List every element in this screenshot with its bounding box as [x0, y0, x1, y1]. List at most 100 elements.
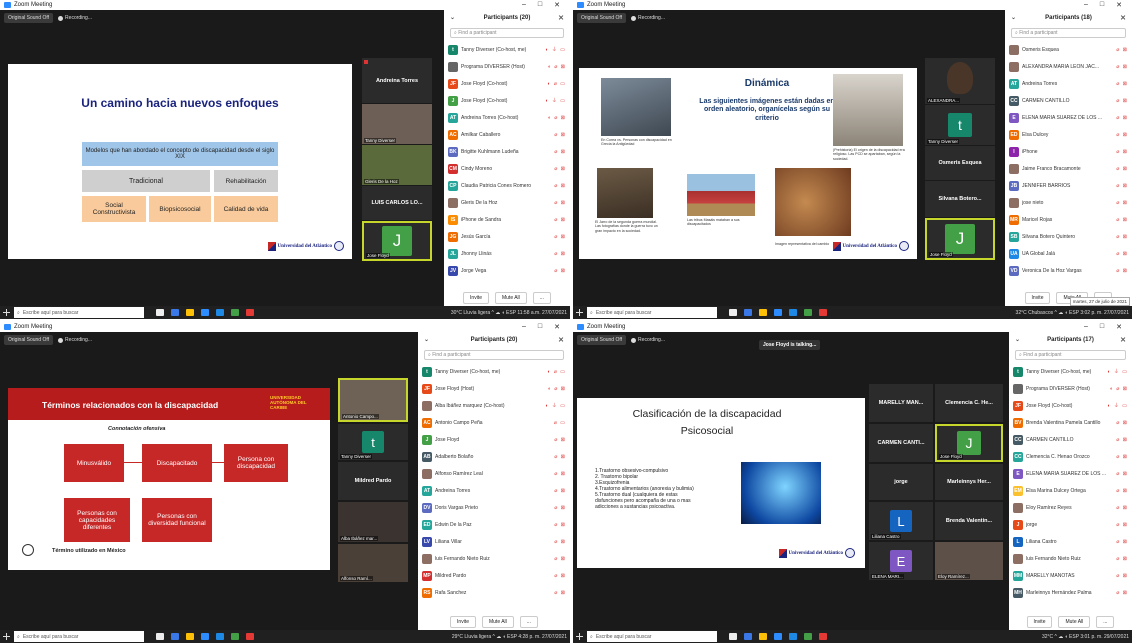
minimize-button[interactable]: – — [1084, 1, 1088, 9]
video-tile-active[interactable]: J Jose Floyd — [935, 424, 1003, 462]
mic-video-status-icon[interactable]: ⌀ ⊠ — [554, 217, 566, 223]
folder-icon[interactable] — [186, 309, 194, 316]
participant-row[interactable]: J Jose Floyd ⌀ ⊠ — [422, 431, 566, 448]
mic-video-status-icon[interactable]: ⌀ ⊠ — [1116, 200, 1128, 206]
mic-video-status-icon[interactable]: ⌀ ⊠ — [1116, 268, 1128, 274]
chevron-down-icon[interactable]: ⌄ — [424, 336, 429, 343]
close-button[interactable]: ✕ — [554, 323, 560, 331]
zoom-app-icon[interactable] — [774, 633, 782, 640]
video-tile[interactable]: Osmeris Esquea — [925, 146, 995, 180]
participant-row[interactable]: JV Jorge Vega ⌀ ⊠ — [448, 262, 566, 279]
app-icon[interactable] — [231, 633, 239, 640]
video-tile-active[interactable]: J Jose Floyd — [362, 221, 432, 261]
mic-video-status-icon[interactable]: ◐ ⏚ ▭ — [1107, 402, 1128, 409]
video-tile[interactable]: CARMEN CANTI... — [869, 424, 933, 462]
mic-video-status-icon[interactable]: ⌀ ⊠ — [554, 166, 566, 172]
participant-row[interactable]: CM Cindy Moreno ⌀ ⊠ — [448, 160, 566, 177]
video-tile[interactable]: Brenda Valentin... — [935, 502, 1003, 540]
video-tile[interactable]: Clemencia C. He... — [935, 384, 1003, 422]
video-tile[interactable]: Silvana Botero... — [925, 181, 995, 217]
minimize-button[interactable]: – — [522, 323, 526, 331]
chevron-down-icon[interactable]: ⌄ — [1011, 14, 1016, 21]
windows-start-icon[interactable] — [3, 309, 10, 316]
close-icon[interactable]: ✕ — [1120, 336, 1126, 344]
video-tile[interactable]: ALEXANDRA... — [925, 58, 995, 104]
more-button[interactable]: ... — [1096, 616, 1115, 628]
participant-row[interactable]: Eloy Ramírez Reyes ⌀ ⊠ — [1013, 499, 1128, 516]
task-view-icon[interactable] — [729, 309, 737, 316]
mic-video-status-icon[interactable]: ⌀ ⊠ — [554, 539, 566, 545]
original-sound-button[interactable]: Original Sound Off — [577, 13, 627, 23]
participant-row[interactable]: EM Elsa Marina Dulcey Ortega ⌀ ⊠ — [1013, 482, 1128, 499]
mic-video-status-icon[interactable]: ⌀ ⊠ — [554, 505, 566, 511]
participant-row[interactable]: t Tanny Diverser (Co-host, me) ◐ ⏚ ▭ — [448, 41, 566, 58]
task-view-icon[interactable] — [156, 309, 164, 316]
mic-video-status-icon[interactable]: ⌀ ⊠ — [1116, 420, 1128, 426]
mic-video-status-icon[interactable]: ⌀ ▭ — [554, 420, 566, 426]
video-tile[interactable]: t Tanny Diverser — [338, 424, 408, 460]
mic-video-status-icon[interactable]: ⌀ ⊠ — [554, 488, 566, 494]
participant-row[interactable]: JF Jose Floyd (Host) ◐ ⌀ ⊠ — [422, 380, 566, 397]
participant-row[interactable]: AC Antonio Campo Peña ⌀ ▭ — [422, 414, 566, 431]
more-button[interactable]: ... — [519, 616, 538, 628]
mic-video-status-icon[interactable]: ⌀ ⊠ — [554, 268, 566, 274]
close-icon[interactable]: ✕ — [558, 14, 564, 22]
mic-video-status-icon[interactable]: ◐ ⌀ ▭ — [547, 369, 566, 375]
participant-row[interactable]: ALEXANDRA MARIA LEON JAC... ⌀ ⊠ — [1009, 58, 1128, 75]
participant-row[interactable]: t Tanny Diverser (Co-host, me) ◐ ⏚ ▭ — [1013, 363, 1128, 380]
mic-video-status-icon[interactable]: ⌀ ⊠ — [1116, 47, 1128, 53]
mic-video-status-icon[interactable]: ⌀ ⊠ — [554, 556, 566, 562]
participant-row[interactable]: luis Fernando Nieto Ruiz ⌀ ⊠ — [1013, 550, 1128, 567]
mic-video-status-icon[interactable]: ⌀ ⊠ — [1116, 454, 1128, 460]
participant-row[interactable]: JF Jose Floyd (Co-host) ◐ ⏚ ▭ — [1013, 397, 1128, 414]
participant-row[interactable]: ED Elsa Dulcey ⌀ ⊠ — [1009, 126, 1128, 143]
video-tile-active[interactable]: Antonio Campo... — [338, 378, 408, 422]
search-input[interactable]: ⌕ Find a participant — [424, 350, 564, 360]
app-icon[interactable] — [819, 633, 827, 640]
participant-row[interactable]: AT Andreina Torres ⌀ ⊠ — [1009, 75, 1128, 92]
minimize-button[interactable]: – — [522, 1, 526, 9]
mic-video-status-icon[interactable]: ⌀ ⊠ — [554, 149, 566, 155]
mic-video-status-icon[interactable]: ⌀ ⊠ — [1116, 64, 1128, 70]
mic-video-status-icon[interactable]: ⌀ ⊠ — [554, 573, 566, 579]
participant-row[interactable]: Gleris De la Hoz ⌀ ⊠ — [448, 194, 566, 211]
original-sound-button[interactable]: Original Sound Off — [4, 13, 54, 23]
invite-button[interactable]: Invite — [450, 616, 476, 628]
mic-video-status-icon[interactable]: ◐ ⏚ ▭ — [545, 97, 566, 104]
participant-row[interactable]: MP Mildred Pardo ⌀ ⊠ — [422, 567, 566, 584]
close-icon[interactable]: ✕ — [558, 336, 564, 344]
close-button[interactable]: ✕ — [1116, 323, 1122, 331]
app-icon[interactable] — [804, 633, 812, 640]
zoom-app-icon[interactable] — [201, 309, 209, 316]
participant-row[interactable]: SB Silvana Botero Quintero ⌀ ⊠ — [1009, 228, 1128, 245]
task-view-icon[interactable] — [729, 633, 737, 640]
folder-icon[interactable] — [759, 309, 767, 316]
participant-row[interactable]: E ELENA MARIA SUAREZ DE LOS ... ⌀ ⊠ — [1013, 465, 1128, 482]
mic-video-status-icon[interactable]: ◐ ⌀ ⊠ — [548, 64, 566, 70]
video-tile-active[interactable]: J Jose Floyd — [925, 218, 995, 260]
app-icon[interactable] — [171, 633, 179, 640]
edge-icon[interactable] — [789, 309, 797, 316]
mic-video-status-icon[interactable]: ⌀ ⊠ — [1116, 573, 1128, 579]
mic-video-status-icon[interactable]: ⌀ ⊠ — [554, 251, 566, 257]
mic-video-status-icon[interactable]: ⌀ ⊠ — [554, 183, 566, 189]
close-button[interactable]: ✕ — [554, 1, 560, 9]
participant-row[interactable]: Alfonso Ramírez Leal ⌀ ⊠ — [422, 465, 566, 482]
zoom-app-icon[interactable] — [201, 633, 209, 640]
video-tile[interactable]: Marleinnys Her... — [935, 464, 1003, 500]
app-icon[interactable] — [231, 309, 239, 316]
participant-row[interactable]: E ELENA MARIA SUAREZ DE LOS ... ⌀ ⊠ — [1009, 109, 1128, 126]
mic-video-status-icon[interactable]: ◐ ⌀ ▭ — [547, 81, 566, 87]
mic-video-status-icon[interactable]: ⌀ ⊠ — [1116, 505, 1128, 511]
participant-row[interactable]: IS iPhone de Sandra ⌀ ⊠ — [448, 211, 566, 228]
mic-video-status-icon[interactable]: ◐ ⏚ ▭ — [1107, 368, 1128, 375]
edge-icon[interactable] — [216, 633, 224, 640]
mic-video-status-icon[interactable]: ⌀ ⊠ — [1116, 488, 1128, 494]
chevron-down-icon[interactable]: ⌄ — [1015, 336, 1020, 343]
mic-video-status-icon[interactable]: ⌀ ⊠ — [554, 234, 566, 240]
close-icon[interactable]: ✕ — [1120, 14, 1126, 22]
close-button[interactable]: ✕ — [1116, 1, 1122, 9]
mic-video-status-icon[interactable]: ⌀ ⊠ — [554, 200, 566, 206]
participant-row[interactable]: DV Doris Vargas Prieto ⌀ ⊠ — [422, 499, 566, 516]
mic-video-status-icon[interactable]: ⌀ ⊠ — [1116, 590, 1128, 596]
